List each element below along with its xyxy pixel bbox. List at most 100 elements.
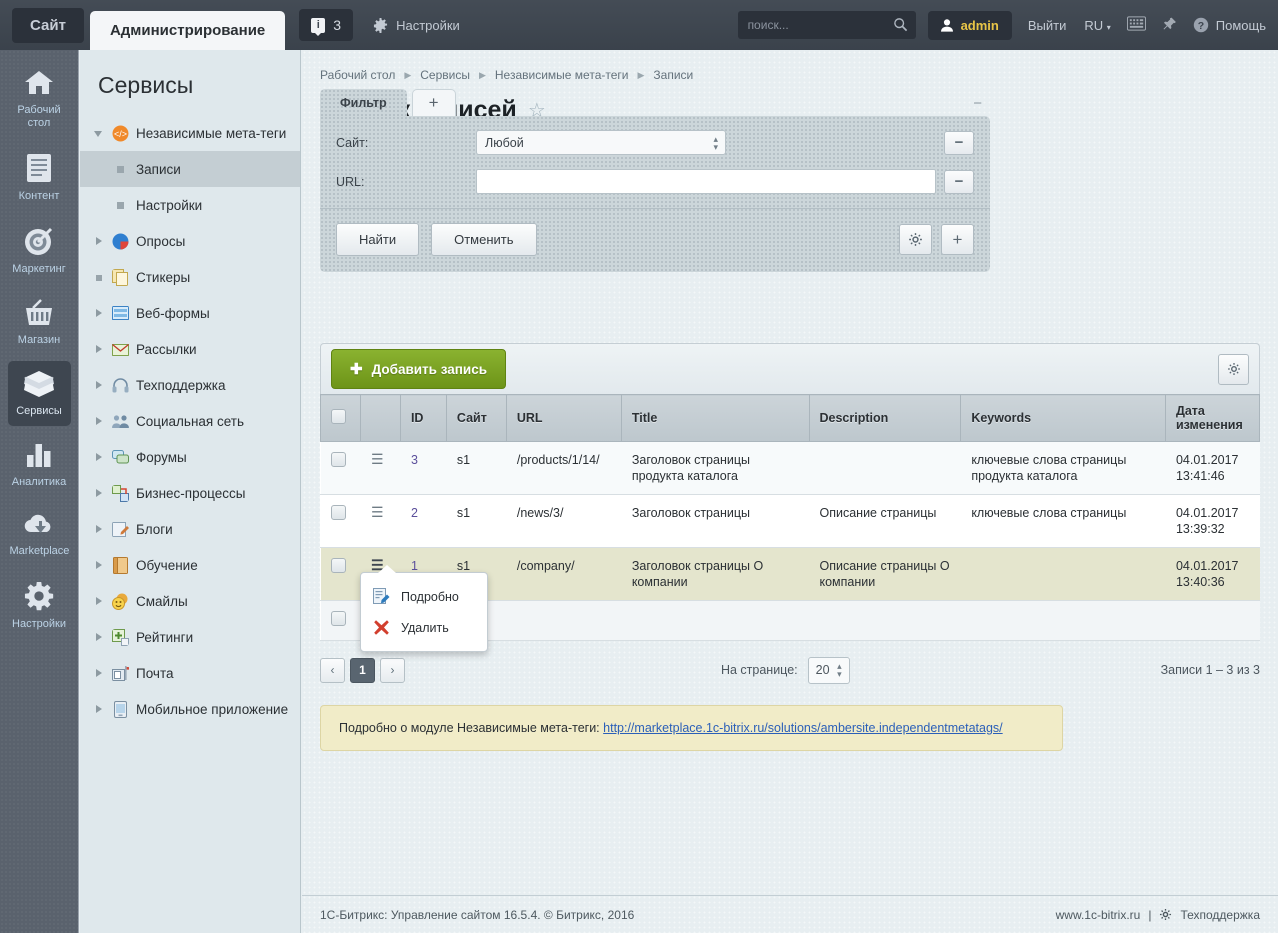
menu-item-webforms[interactable]: Веб-формы bbox=[80, 295, 300, 331]
header-url[interactable]: URL bbox=[505, 394, 622, 442]
prev-page-button[interactable]: ‹ bbox=[320, 657, 345, 683]
remove-site-filter-button[interactable]: − bbox=[944, 130, 974, 155]
keyboard-icon[interactable] bbox=[1126, 16, 1146, 34]
menu-item-learning[interactable]: Обучение bbox=[80, 547, 300, 583]
chevron-right-icon[interactable] bbox=[94, 452, 105, 463]
add-filter-tab-button[interactable]: + bbox=[411, 89, 456, 116]
grid-settings-button[interactable] bbox=[1218, 353, 1249, 385]
chevron-right-icon[interactable] bbox=[94, 344, 105, 355]
search-icon[interactable] bbox=[893, 17, 908, 32]
menu-item-ratings[interactable]: Рейтинги bbox=[80, 619, 300, 655]
rail-item-settings[interactable]: Настройки bbox=[8, 572, 71, 639]
row-checkbox-cell[interactable] bbox=[320, 547, 361, 601]
topbar-settings-button[interactable]: Настройки bbox=[373, 17, 460, 33]
menu-item-mailings[interactable]: Рассылки bbox=[80, 331, 300, 367]
row-menu-icon[interactable]: ☰ bbox=[371, 504, 384, 520]
select-all-checkbox[interactable] bbox=[331, 409, 346, 424]
row-menu-cell[interactable]: ☰ bbox=[360, 441, 401, 495]
rail-item-desktop[interactable]: Рабочий стол bbox=[8, 60, 71, 138]
row-checkbox[interactable] bbox=[331, 611, 346, 626]
chevron-right-icon[interactable] bbox=[94, 380, 105, 391]
language-selector[interactable]: RU ▾ bbox=[1084, 18, 1110, 33]
breadcrumb-item[interactable]: Независимые мета-теги bbox=[495, 68, 629, 82]
breadcrumb-item[interactable]: Записи bbox=[653, 68, 693, 82]
filter-url-input[interactable] bbox=[476, 169, 936, 194]
chevron-right-icon[interactable] bbox=[94, 524, 105, 535]
find-button[interactable]: Найти bbox=[336, 223, 420, 256]
chevron-right-icon[interactable] bbox=[94, 236, 105, 247]
header-select-all[interactable] bbox=[320, 394, 361, 442]
add-filter-field-button[interactable]: + bbox=[941, 224, 974, 255]
add-record-button[interactable]: ✚ Добавить запись bbox=[331, 349, 507, 389]
header-description[interactable]: Description bbox=[808, 394, 962, 442]
menu-item-metatag-settings[interactable]: Настройки bbox=[80, 187, 300, 223]
filter-tab[interactable]: Фильтр bbox=[320, 89, 407, 116]
row-checkbox-cell[interactable] bbox=[320, 600, 361, 641]
menu-item-polls[interactable]: Опросы bbox=[80, 223, 300, 259]
rail-item-marketing[interactable]: Маркетинг bbox=[8, 217, 71, 284]
row-checkbox[interactable] bbox=[331, 558, 346, 573]
chevron-right-icon[interactable] bbox=[94, 308, 105, 319]
chevron-right-icon[interactable] bbox=[94, 668, 105, 679]
menu-item-stickers[interactable]: Стикеры bbox=[80, 259, 300, 295]
cancel-button[interactable]: Отменить bbox=[431, 223, 537, 256]
chevron-down-icon[interactable] bbox=[94, 128, 105, 139]
filter-settings-button[interactable] bbox=[899, 224, 932, 255]
row-id[interactable]: 3 bbox=[400, 441, 447, 495]
menu-item-blogs[interactable]: Блоги bbox=[80, 511, 300, 547]
context-menu-item-delete[interactable]: Удалить bbox=[361, 612, 487, 643]
table-row[interactable]: ☰ 3 s1 /products/1/14/ Заголовок страниц… bbox=[320, 441, 1260, 495]
rail-item-marketplace[interactable]: Marketplace bbox=[8, 503, 71, 566]
page-number-button[interactable]: 1 bbox=[350, 657, 375, 683]
header-site[interactable]: Сайт bbox=[445, 394, 507, 442]
chevron-right-icon[interactable] bbox=[94, 416, 105, 427]
menu-item-business-processes[interactable]: Бизнес-процессы bbox=[80, 475, 300, 511]
header-keywords[interactable]: Keywords bbox=[960, 394, 1166, 442]
per-page-select[interactable]: 20 ▴ ▾ bbox=[807, 656, 850, 684]
header-id[interactable]: ID bbox=[399, 394, 447, 442]
header-title[interactable]: Title bbox=[620, 394, 810, 442]
chevron-right-icon[interactable] bbox=[94, 596, 105, 607]
menu-item-social-network[interactable]: Социальная сеть bbox=[80, 403, 300, 439]
chevron-right-icon[interactable] bbox=[94, 488, 105, 499]
chevron-right-icon[interactable] bbox=[94, 704, 105, 715]
breadcrumb-item[interactable]: Сервисы bbox=[420, 68, 470, 82]
menu-item-records[interactable]: Записи bbox=[80, 151, 300, 187]
menu-item-independent-metatags[interactable]: </> Независимые мета-теги bbox=[80, 115, 300, 151]
next-page-button[interactable]: › bbox=[380, 657, 405, 683]
tab-site[interactable]: Сайт bbox=[12, 7, 84, 43]
menu-item-techsupport[interactable]: Техподдержка bbox=[80, 367, 300, 403]
remove-url-filter-button[interactable]: − bbox=[944, 169, 974, 194]
chevron-right-icon[interactable] bbox=[94, 632, 105, 643]
rail-item-analytics[interactable]: Аналитика bbox=[8, 432, 71, 497]
row-checkbox[interactable] bbox=[331, 505, 346, 520]
rail-item-content[interactable]: Контент bbox=[8, 144, 71, 211]
collapse-filter-button[interactable]: − bbox=[973, 95, 982, 112]
row-id[interactable]: 2 bbox=[400, 494, 447, 548]
header-date[interactable]: Дата изменения bbox=[1164, 394, 1261, 442]
row-checkbox-cell[interactable] bbox=[320, 441, 361, 495]
footer-site-link[interactable]: www.1c-bitrix.ru bbox=[1056, 908, 1141, 922]
user-button[interactable]: admin bbox=[927, 10, 1012, 40]
search-input[interactable]: поиск... bbox=[737, 11, 916, 39]
module-link[interactable]: http://marketplace.1c-bitrix.ru/solution… bbox=[603, 721, 1003, 735]
rail-item-services[interactable]: Сервисы bbox=[7, 361, 71, 426]
tab-administration[interactable]: Администрирование bbox=[89, 11, 286, 50]
row-checkbox[interactable] bbox=[331, 452, 346, 467]
notifications-badge[interactable]: i 3 bbox=[299, 9, 354, 41]
menu-item-mobile-app[interactable]: Мобильное приложение bbox=[80, 691, 300, 727]
menu-item-mail[interactable]: Почта bbox=[80, 655, 300, 691]
footer-support-link[interactable]: Техподдержка bbox=[1180, 908, 1260, 922]
menu-item-forums[interactable]: Форумы bbox=[80, 439, 300, 475]
table-row[interactable]: ☰ 2 s1 /news/3/ Заголовок страницы Описа… bbox=[320, 494, 1260, 548]
help-button[interactable]: ? Помощь bbox=[1193, 17, 1266, 33]
chevron-right-icon[interactable] bbox=[94, 560, 105, 571]
row-menu-icon[interactable]: ☰ bbox=[371, 451, 384, 467]
breadcrumb-item[interactable]: Рабочий стол bbox=[320, 68, 395, 82]
pin-icon[interactable] bbox=[1162, 16, 1177, 35]
logout-link[interactable]: Выйти bbox=[1028, 18, 1067, 33]
filter-site-select[interactable]: Любой ▴ ▾ bbox=[476, 130, 726, 155]
context-menu-item-details[interactable]: Подробно bbox=[361, 581, 487, 612]
rail-item-shop[interactable]: Магазин bbox=[8, 290, 71, 355]
row-menu-cell[interactable]: ☰ bbox=[360, 494, 401, 548]
